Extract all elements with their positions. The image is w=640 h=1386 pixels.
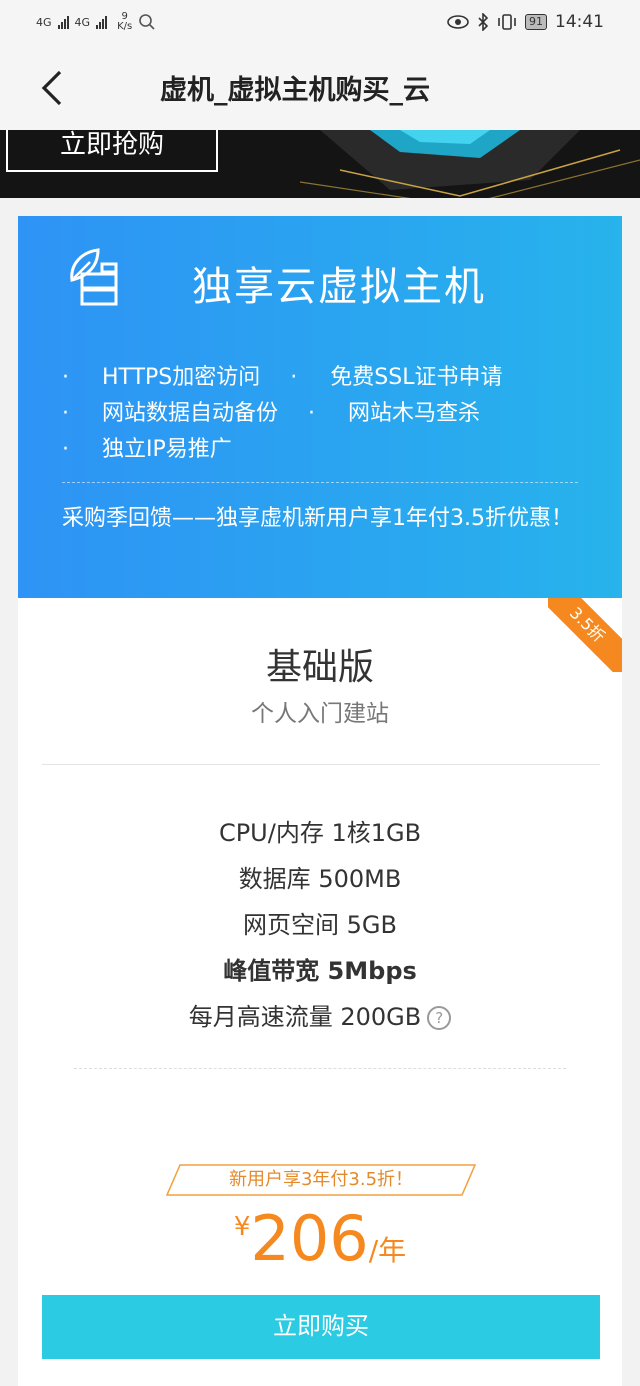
status-left: 4G 4G 9 K/s — [36, 12, 156, 32]
sim1-label: 4G — [36, 15, 52, 29]
feature-label: 网站木马查杀 — [348, 401, 481, 426]
status-right: 91 14:41 — [447, 12, 604, 32]
spec-space: 网页空间 5GB — [243, 911, 397, 939]
spec-traffic: 每月高速流量 200GB — [188, 1003, 422, 1031]
price-currency: ¥ — [233, 1212, 251, 1242]
banner-graphic — [299, 130, 640, 198]
title-bar: 虚机_虚拟主机购买_云 — [0, 44, 640, 130]
price-unit: /年 — [368, 1234, 407, 1267]
feature-label: 免费SSL证书申请 — [330, 365, 503, 390]
bullet: · — [308, 401, 316, 426]
spec-list: CPU/内存 1核1GB 数据库 500MB 网页空间 5GB 峰值带宽 5Mb… — [18, 810, 622, 1040]
eye-icon — [447, 15, 469, 29]
feature-item: · 独立IP易推广 — [62, 432, 232, 468]
back-arrow-icon[interactable] — [36, 68, 72, 108]
buy-now-banner-button[interactable]: 立即抢购 — [6, 130, 218, 172]
bluetooth-icon — [478, 13, 489, 31]
help-icon[interactable]: ? — [427, 1006, 452, 1030]
feature-list: · HTTPS加密访问 · 免费SSL证书申请 · 网站数据自动备份 · 网站木… — [62, 360, 602, 468]
net-speed-unit: K/s — [117, 21, 133, 32]
divider — [42, 764, 600, 765]
signal-icon — [57, 15, 69, 29]
promo-banner: 立即抢购 — [0, 130, 640, 198]
page-title: 虚机_虚拟主机购买_云 — [160, 75, 430, 106]
feature-item: · 网站木马查杀 — [308, 396, 480, 432]
offer-tag: 新用户享3年付3.5折！ — [166, 1164, 476, 1196]
spec-bandwidth: 峰值带宽 5Mbps — [223, 957, 417, 985]
price-amount: 206 — [250, 1202, 369, 1275]
feature-item: · 免费SSL证书申请 — [290, 360, 502, 396]
bullet: · — [290, 365, 298, 390]
feature-item: · 网站数据自动备份 — [62, 396, 278, 432]
offer-text: 新用户享3年付3.5折！ — [228, 1169, 414, 1190]
feature-label: HTTPS加密访问 — [102, 365, 261, 390]
plan-subtitle: 个人入门建站 — [251, 701, 389, 727]
battery-icon: 91 — [525, 14, 547, 30]
product-header: 独享云虚拟主机 · HTTPS加密访问 · 免费SSL证书申请 · 网站数据自动… — [18, 216, 622, 598]
vibrate-icon — [498, 14, 516, 30]
net-speed: 9 K/s — [117, 12, 132, 32]
bullet: · — [62, 401, 69, 426]
promo-text: 采购季回馈——独享虚机新用户享1年付3.5折优惠！ — [62, 506, 573, 531]
price: ¥206/年 — [18, 1202, 622, 1275]
status-bar: 4G 4G 9 K/s 91 14:41 — [0, 0, 640, 44]
plan-card: 3.5折 基础版 个人入门建站 CPU/内存 1核1GB 数据库 500MB 网… — [18, 598, 622, 1386]
feature-item: · HTTPS加密访问 — [62, 360, 260, 396]
hero-divider — [62, 482, 578, 483]
dashed-divider — [74, 1068, 566, 1069]
bullet: · — [62, 365, 69, 390]
feature-label: 网站数据自动备份 — [102, 401, 279, 426]
signal-icon-2 — [96, 15, 108, 29]
plan-name: 基础版 — [265, 647, 374, 688]
bullet: · — [62, 437, 69, 462]
buy-now-button[interactable]: 立即购买 — [42, 1295, 600, 1359]
spec-cpu: CPU/内存 1核1GB — [218, 819, 422, 847]
sim2-label: 4G — [74, 15, 91, 29]
product-icon — [70, 248, 118, 306]
search-icon — [139, 14, 155, 30]
spec-database: 数据库 500MB — [238, 865, 402, 893]
product-title: 独享云虚拟主机 — [192, 264, 486, 310]
spec-traffic-row: 每月高速流量 200GB? — [18, 994, 622, 1040]
feature-label: 独立IP易推广 — [102, 437, 232, 462]
clock: 14:41 — [555, 12, 604, 32]
